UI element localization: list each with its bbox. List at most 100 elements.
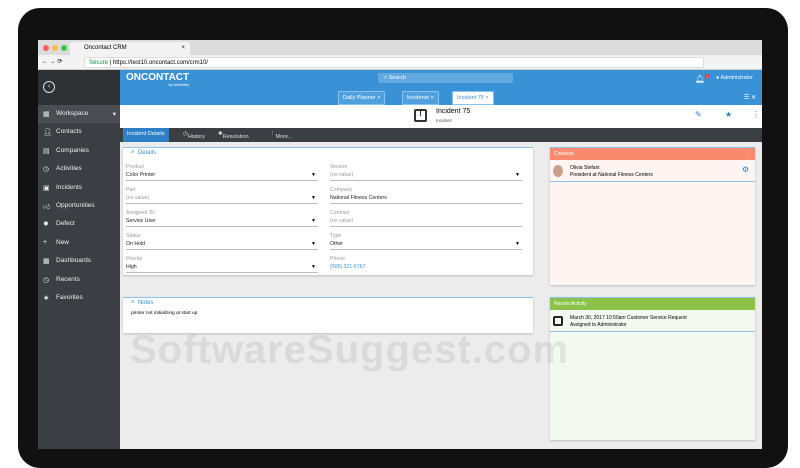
field-status[interactable]: Status On Hold ▼	[126, 233, 318, 250]
notes-title[interactable]: ˄ Notes	[123, 298, 533, 308]
bell-icon[interactable]: 🔔︎1	[695, 74, 710, 84]
field-value[interactable]: (no value)	[126, 195, 318, 204]
sidebar-item-label: Opportunities	[56, 201, 95, 209]
secure-label: Secure	[89, 60, 109, 66]
activity-card: Recent Activity March 30, 2017 10:50am C…	[550, 297, 755, 440]
tab-daily-planner[interactable]: Daily Planner ×	[338, 91, 386, 105]
details-card: ˄ Details Product Color Printer ▼ Version (n…	[123, 147, 533, 275]
subtab-incident-details[interactable]: Incident Details	[123, 128, 169, 142]
nav-icons[interactable]: ← → ⟳	[42, 58, 62, 65]
sidebar-item-activities[interactable]: ◷ Activities	[38, 160, 120, 178]
incident-icon: !	[414, 109, 427, 122]
sidebar-item-favorites[interactable]: ★ Favorites	[38, 289, 120, 307]
sidebar-item-label: Workspace	[56, 110, 89, 117]
sidebar-item-new[interactable]: + New	[38, 234, 120, 252]
sidebar-item-label: Companies	[56, 146, 89, 154]
close-icon[interactable]: ×	[181, 45, 185, 51]
field-value[interactable]: Other	[330, 241, 522, 250]
notes-text[interactable]: printer not initializing at start up	[123, 308, 533, 319]
person-icon: 👤︎	[43, 129, 52, 137]
field-label: Priority	[126, 256, 143, 262]
user-menu[interactable]: ● Administrator	[716, 75, 753, 81]
record-subtitle: Incident	[436, 118, 452, 123]
sidebar-item-label: Defect	[56, 220, 75, 228]
sidebar-item-contacts[interactable]: 👤︎ Contacts	[38, 123, 120, 141]
record-title: Incident 75	[436, 108, 471, 115]
dropdown-arrow-icon[interactable]: ▼	[311, 172, 316, 178]
subtab-resolution[interactable]: ✱ Resolution	[218, 131, 249, 140]
field-label: Contract	[330, 210, 350, 216]
field-label: Version	[330, 164, 348, 170]
url-text: https://test10.oncontact.com/crm10/	[112, 60, 208, 66]
building-icon: ▤	[43, 147, 50, 155]
dropdown-arrow-icon[interactable]: ▼	[311, 241, 316, 247]
field-value[interactable]: (no value)	[330, 172, 522, 181]
gear-icon[interactable]: ⚙	[742, 165, 749, 174]
edit-icon[interactable]: ✎	[695, 110, 702, 119]
field-value[interactable]: National Fitness Centers	[330, 195, 522, 204]
tab-incidents[interactable]: Incidents ×	[402, 91, 439, 105]
sidebar-item-defect[interactable]: ✹ Defect	[38, 215, 120, 233]
tab-controls[interactable]: ☰ ✕	[744, 94, 756, 101]
activity-line2: Assigned to Administrator	[570, 322, 627, 328]
contact-name: Olivia Stefani	[570, 165, 600, 171]
field-type[interactable]: Type Other ▼	[330, 233, 522, 250]
field-assigned-to[interactable]: Assigned To Service User ▼	[126, 210, 318, 227]
star-icon: ★	[43, 294, 50, 302]
sidebar-item-incidents[interactable]: ▣ Incidents	[38, 179, 120, 197]
tab-title: Oncontact CRM	[84, 45, 127, 51]
field-product[interactable]: Product Color Printer ▼	[126, 164, 318, 181]
chevron-down-icon[interactable]: ▾	[113, 110, 116, 118]
more-icon[interactable]: ⋮	[752, 110, 760, 119]
dropdown-arrow-icon[interactable]: ▼	[311, 195, 316, 201]
browser-tab[interactable]: Oncontact CRM ×	[70, 42, 190, 55]
search-input[interactable]: ⌕ Search	[378, 73, 513, 83]
field-phone[interactable]: Phone (505) 321-6767	[330, 256, 522, 272]
record-header: ! Incident 75 Incident ✎ ★ ⋮	[120, 105, 762, 128]
screen: Oncontact CRM × ← → ⟳ Secure | https://te…	[38, 40, 762, 449]
field-value[interactable]: (no value)	[330, 218, 522, 227]
tab-incident-75[interactable]: Incident 75 ×	[452, 91, 494, 105]
address-bar: ← → ⟳ Secure | https://test10.oncontact.…	[38, 55, 762, 70]
dropdown-arrow-icon[interactable]: ▼	[311, 218, 316, 224]
field-value[interactable]: On Hold	[126, 241, 318, 250]
field-value[interactable]: Color Printer	[126, 172, 318, 181]
sidebar-item-companies[interactable]: ▤ Companies	[38, 142, 120, 160]
sidebar-item-label: Dashboards	[56, 257, 92, 265]
dropdown-arrow-icon[interactable]: ▼	[515, 241, 520, 247]
subtab-history[interactable]: ◷ History	[183, 131, 205, 140]
subtab-more[interactable]: ⋮ More...	[270, 131, 293, 140]
field-value[interactable]: (505) 321-6767	[330, 264, 522, 272]
sidebar-item-label: Recents	[56, 275, 80, 283]
activity-line1: March 30, 2017 10:50am Customer Service …	[570, 315, 687, 321]
sidebar-item-opportunities[interactable]: 👍︎ Opportunities	[38, 197, 120, 215]
dashboard-icon: ▦	[43, 258, 50, 266]
sub-tabs: Incident Details ◷ History ✱ Resolution …	[120, 128, 762, 142]
dropdown-arrow-icon[interactable]: ▼	[311, 264, 316, 270]
field-contract[interactable]: Contract (no value)	[330, 210, 522, 227]
dropdown-arrow-icon[interactable]: ▼	[515, 172, 520, 178]
field-priority[interactable]: Priority High ▼	[126, 256, 318, 273]
field-company[interactable]: Company National Fitness Centers	[330, 187, 522, 204]
sidebar-item-label: Activities	[56, 165, 82, 173]
bug-icon: ✹	[43, 221, 49, 229]
activity-item[interactable]: March 30, 2017 10:50am Customer Service …	[550, 310, 755, 332]
sidebar-item-workspace[interactable]: ▦ Workspace ▾	[38, 105, 120, 124]
avatar	[553, 165, 563, 177]
contact-role: President at National Fitness Centers	[570, 172, 653, 178]
field-part[interactable]: Part (no value) ▼	[126, 187, 318, 204]
sidebar-item-recents[interactable]: ◷ Recents	[38, 271, 120, 289]
sidebar-item-label: Incidents	[56, 183, 83, 191]
more-icon[interactable]: ⋮	[746, 151, 751, 157]
field-label: Company	[330, 187, 353, 193]
activity-icon	[553, 316, 563, 326]
star-icon[interactable]: ★	[725, 110, 732, 119]
field-version[interactable]: Version (no value) ▼	[330, 164, 522, 181]
back-icon[interactable]: ‹	[43, 81, 55, 93]
details-title[interactable]: ˄ Details	[123, 148, 533, 158]
url-input[interactable]: Secure | https://test10.oncontact.com/cr…	[84, 57, 704, 68]
field-value[interactable]: Service User	[126, 218, 318, 227]
contact-item[interactable]: Olivia Stefani President at National Fit…	[550, 160, 755, 182]
field-value[interactable]: High	[126, 264, 318, 273]
sidebar-item-dashboards[interactable]: ▦ Dashboards	[38, 252, 120, 270]
